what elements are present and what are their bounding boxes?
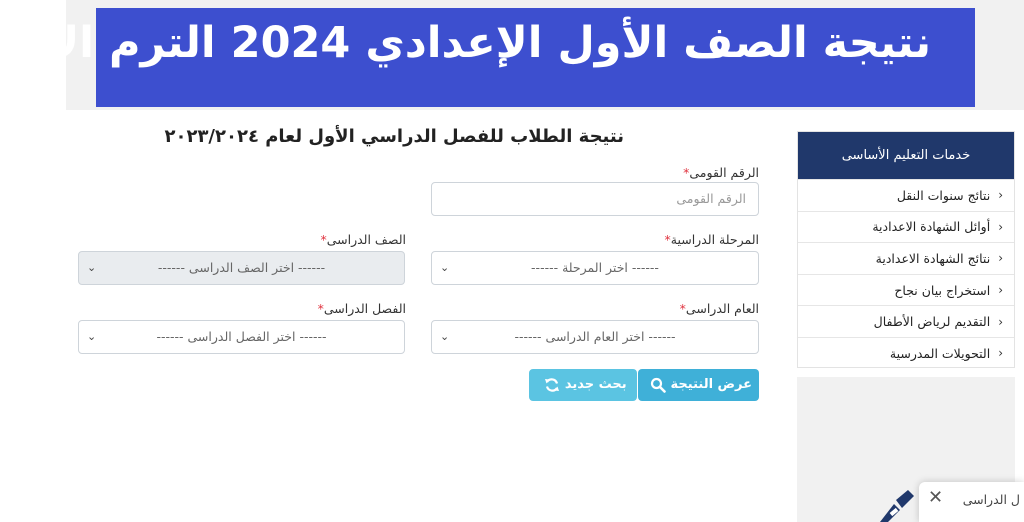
sidebar-item-school-transfers[interactable]: ‹ التحويلات المدرسية [798, 336, 1014, 369]
stage-select-value: ------ اختر المرحلة ------ [531, 260, 659, 275]
chevron-left-icon: ‹ [998, 283, 1003, 298]
close-icon[interactable]: ✕ [928, 488, 943, 508]
chevron-left-icon: ‹ [998, 314, 1003, 329]
grade-select-value: ------ اختر الصف الدراسى ------ [157, 260, 326, 275]
chevron-left-icon: ‹ [998, 346, 1003, 361]
sidebar-item-label: أوائل الشهادة الاعدادية [872, 219, 991, 235]
new-search-button[interactable]: بحث جديد [529, 369, 637, 401]
form-title: نتيجة الطلاب للفصل الدراسي الأول لعام ٢٠… [164, 126, 624, 147]
sidebar-item-label: نتائج الشهادة الاعدادية [875, 250, 991, 266]
title-banner: نتيجة الصف الأول الإعدادي 2024 الترم الأ… [0, 8, 975, 107]
chevron-left-icon: ‹ [998, 219, 1003, 234]
sidebar-item-label: استخراج بيان نجاح [894, 282, 991, 298]
sidebar-item-prep-results[interactable]: ‹ نتائج الشهادة الاعدادية [798, 242, 1014, 274]
new-search-label: بحث جديد [564, 377, 627, 392]
grade-select[interactable]: ⌄ ------ اختر الصف الدراسى ------ [78, 251, 405, 285]
term-select-value: ------ اختر الفصل الدراسى ------ [156, 329, 327, 344]
sidebar-header: خدمات التعليم الأساسى [798, 132, 1014, 179]
floating-popup: ✕ ل الدراسى [919, 482, 1024, 522]
stage-select[interactable]: ⌄ ------ اختر المرحلة ------ [431, 251, 759, 285]
sidebar-item-label: نتائج سنوات النقل [896, 187, 991, 203]
popup-text: ل الدراسى [962, 492, 1020, 507]
grade-label: الصف الدراسى* [320, 232, 406, 247]
stage-label: المرحلة الدراسية* [664, 232, 760, 247]
national-id-label: الرقم القومى* [683, 165, 759, 180]
chevron-left-icon: ‹ [998, 251, 1003, 266]
refresh-icon [545, 377, 560, 392]
sidebar-item-success-certificate[interactable]: ‹ استخراج بيان نجاح [798, 273, 1014, 306]
chevron-left-icon: ‹ [998, 188, 1003, 203]
sidebar-item-label: التحويلات المدرسية [889, 345, 991, 361]
year-select-value: ------ اختر العام الدراسى ------ [514, 329, 676, 344]
national-id-input[interactable]: الرقم القومى [431, 182, 759, 216]
services-sidebar: خدمات التعليم الأساسى ‹ نتائج سنوات النق… [797, 131, 1015, 368]
year-label: العام الدراسى* [679, 301, 759, 316]
banner-title: نتيجة الصف الأول الإعدادي 2024 الترم الأ… [0, 18, 931, 68]
show-result-button[interactable]: عرض النتيجة [638, 369, 759, 401]
show-result-label: عرض النتيجة [670, 377, 753, 392]
term-label: الفصل الدراسى* [317, 301, 406, 316]
year-select[interactable]: ⌄ ------ اختر العام الدراسى ------ [431, 320, 759, 354]
sidebar-item-kindergarten-apply[interactable]: ‹ التقديم لرياض الأطفال [798, 305, 1014, 337]
decorative-graphic [880, 490, 914, 522]
sidebar-item-transfer-results[interactable]: ‹ نتائج سنوات النقل [798, 179, 1014, 211]
search-icon [650, 377, 666, 393]
sidebar-item-label: التقديم لرياض الأطفال [873, 314, 991, 330]
national-id-placeholder: الرقم القومى [676, 191, 746, 206]
term-select[interactable]: ⌄ ------ اختر الفصل الدراسى ------ [78, 320, 405, 354]
sidebar-item-prep-top-students[interactable]: ‹ أوائل الشهادة الاعدادية [798, 210, 1014, 243]
